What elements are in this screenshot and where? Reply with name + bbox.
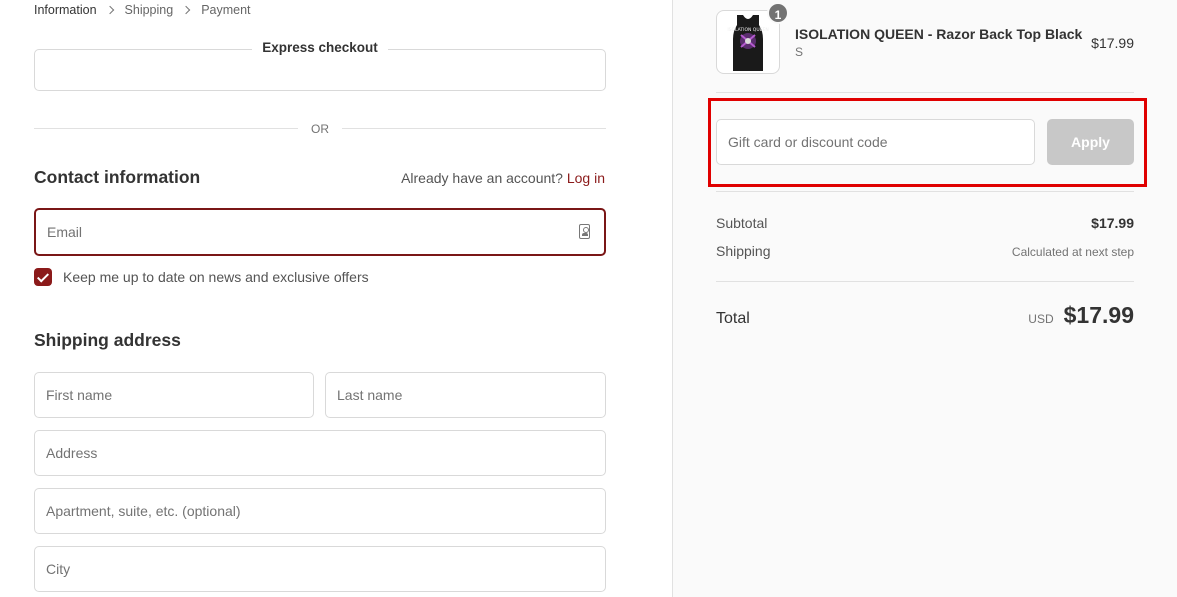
- breadcrumb: Information Shipping Payment: [34, 2, 251, 18]
- apply-discount-button[interactable]: Apply: [1047, 119, 1134, 165]
- product-name: ISOLATION QUEEN - Razor Back Top Black: [795, 26, 1083, 42]
- contact-information-title: Contact information: [34, 167, 201, 187]
- account-prompt: Already have an account? Log in: [401, 170, 605, 186]
- chevron-right-icon: [105, 5, 114, 15]
- or-label: OR: [311, 122, 329, 136]
- express-checkout-title: Express checkout: [252, 40, 388, 55]
- product-price: $17.99: [1091, 35, 1134, 51]
- total-value: $17.99: [1063, 302, 1134, 328]
- newsletter-label: Keep me up to date on news and exclusive…: [63, 269, 369, 285]
- subtotal-value: $17.99: [1091, 215, 1134, 231]
- product-image-text: ISOLATION QUEEN: [727, 27, 768, 33]
- subtotal-label: Subtotal: [716, 215, 768, 231]
- chevron-right-icon: [181, 5, 191, 15]
- quantity-badge: 1: [767, 2, 789, 24]
- currency-code: USD: [1028, 312, 1054, 326]
- first-name-field[interactable]: [34, 372, 314, 418]
- summary-divider: [716, 281, 1134, 282]
- apartment-input[interactable]: [35, 489, 605, 533]
- city-field[interactable]: [34, 546, 606, 592]
- address-field[interactable]: [34, 430, 606, 476]
- last-name-input[interactable]: [326, 373, 605, 417]
- checkout-form-panel: Information Shipping Payment Express che…: [0, 0, 672, 597]
- city-input[interactable]: [35, 547, 605, 591]
- last-name-field[interactable]: [325, 372, 606, 418]
- shipping-value: Calculated at next step: [1011, 245, 1134, 259]
- discount-code-field[interactable]: [716, 119, 1035, 165]
- newsletter-checkbox[interactable]: [34, 268, 52, 286]
- account-prompt-text: Already have an account?: [401, 170, 563, 186]
- subtotal-row: Subtotal $17.99: [716, 215, 1134, 231]
- or-divider: OR: [34, 121, 606, 137]
- divider-line: [34, 128, 298, 129]
- breadcrumb-information[interactable]: Information: [34, 3, 97, 17]
- email-input[interactable]: [36, 210, 604, 254]
- product-variant: S: [795, 45, 804, 59]
- divider-line: [342, 128, 606, 129]
- total-row: Total USD $17.99: [716, 302, 1134, 329]
- contact-card-icon[interactable]: [579, 224, 590, 239]
- discount-code-input[interactable]: [717, 120, 1034, 164]
- shipping-label: Shipping: [716, 243, 771, 259]
- login-link[interactable]: Log in: [567, 170, 605, 186]
- product-thumbnail: ISOLATION QUEEN 1: [716, 2, 789, 74]
- address-input[interactable]: [35, 431, 605, 475]
- order-summary-panel: [672, 0, 1177, 597]
- apartment-field[interactable]: [34, 488, 606, 534]
- breadcrumb-shipping[interactable]: Shipping: [125, 3, 174, 17]
- newsletter-option[interactable]: Keep me up to date on news and exclusive…: [34, 268, 369, 286]
- shipping-row: Shipping Calculated at next step: [716, 243, 1134, 259]
- total-amount: USD $17.99: [1028, 302, 1134, 329]
- cart-line-item: ISOLATION QUEEN 1 ISOLATION QUEEN - Razo…: [716, 2, 1134, 76]
- summary-divider: [716, 191, 1134, 192]
- email-field[interactable]: [34, 208, 606, 256]
- summary-divider: [716, 92, 1134, 93]
- first-name-input[interactable]: [35, 373, 313, 417]
- total-label: Total: [716, 310, 750, 327]
- shipping-address-title: Shipping address: [34, 330, 181, 350]
- breadcrumb-payment[interactable]: Payment: [201, 3, 250, 17]
- express-checkout-box[interactable]: [34, 49, 606, 91]
